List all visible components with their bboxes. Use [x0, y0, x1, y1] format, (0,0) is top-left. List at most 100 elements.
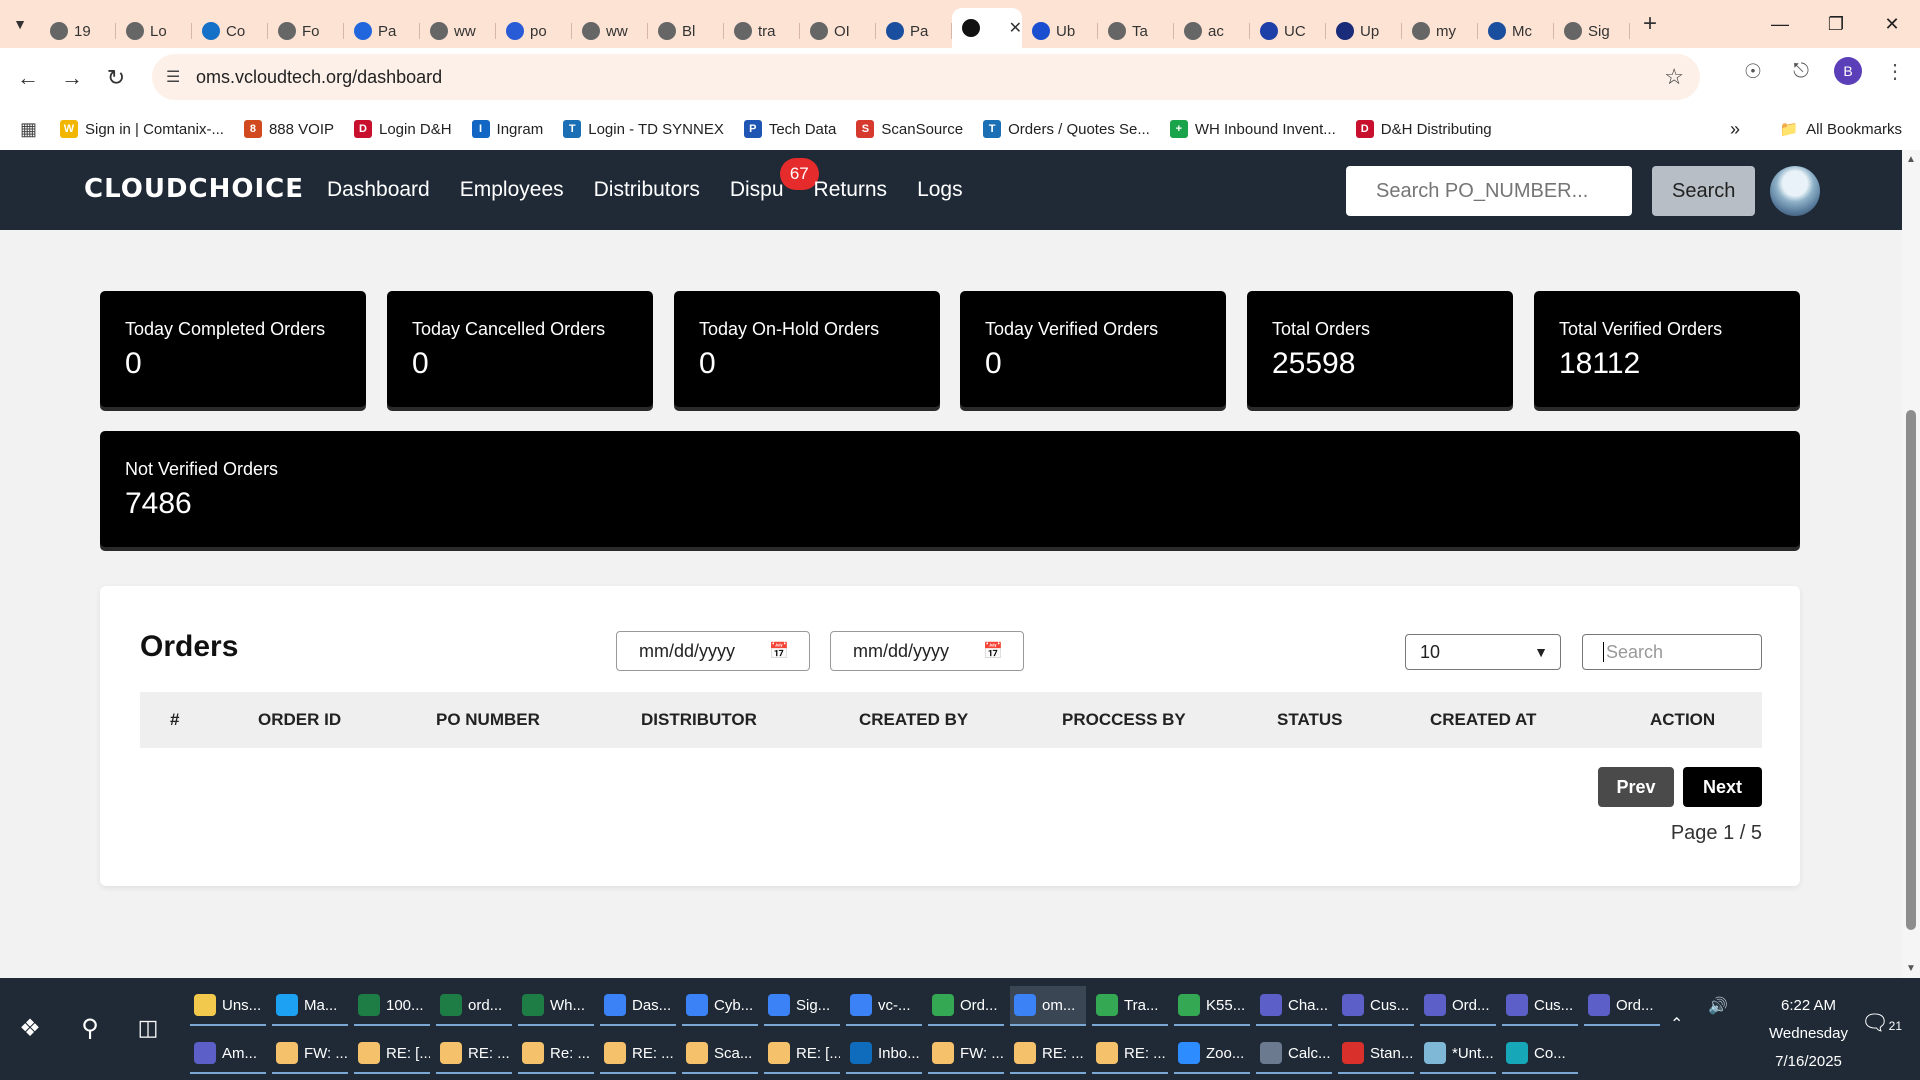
- profile-avatar[interactable]: B: [1834, 57, 1862, 85]
- browser-tab[interactable]: ww: [420, 14, 496, 48]
- taskbar-app-button[interactable]: Re: ...: [518, 1034, 594, 1074]
- taskbar-app-button[interactable]: Ma...: [272, 986, 348, 1026]
- taskbar-app-button[interactable]: Wh...: [518, 986, 594, 1026]
- browser-tab[interactable]: Pa: [876, 14, 952, 48]
- user-avatar[interactable]: [1770, 166, 1820, 216]
- col-header-created-at[interactable]: CREATED AT: [1430, 710, 1536, 730]
- taskbar-app-button[interactable]: FW: ...: [928, 1034, 1004, 1074]
- bookmark-item[interactable]: T Orders / Quotes Se...: [983, 120, 1150, 138]
- col-header-distributor[interactable]: DISTRIBUTOR: [641, 710, 757, 730]
- taskbar-app-button[interactable]: Uns...: [190, 986, 266, 1026]
- taskbar-app-button[interactable]: Sca...: [682, 1034, 758, 1074]
- back-arrow-icon[interactable]: ←: [6, 56, 50, 100]
- notification-center-icon[interactable]: 🗨21: [1861, 1010, 1902, 1036]
- end-date-input[interactable]: mm/dd/yyyy 📅: [830, 631, 1024, 671]
- browser-tab[interactable]: Bl: [648, 14, 724, 48]
- all-bookmarks-button[interactable]: 📁 All Bookmarks: [1779, 120, 1902, 139]
- taskbar-app-button[interactable]: Stan...: [1338, 1034, 1414, 1074]
- browser-tab[interactable]: Lo: [116, 14, 192, 48]
- close-tab-icon[interactable]: ✕: [1009, 18, 1022, 38]
- taskbar-app-button[interactable]: Ord...: [928, 986, 1004, 1026]
- nav-distributors[interactable]: Distributors: [594, 178, 700, 202]
- scroll-up-arrow-icon[interactable]: ▲: [1906, 154, 1916, 165]
- apps-grid-icon[interactable]: ▦: [20, 119, 60, 140]
- browser-tab[interactable]: Co: [192, 14, 268, 48]
- scroll-down-arrow-icon[interactable]: ▼: [1906, 963, 1916, 974]
- minimize-icon[interactable]: —: [1752, 0, 1808, 48]
- taskbar-app-button[interactable]: RE: ...: [600, 1034, 676, 1074]
- start-date-input[interactable]: mm/dd/yyyy 📅: [616, 631, 810, 671]
- translate-globe-icon[interactable]: ☉: [1738, 56, 1768, 86]
- taskbar-app-button[interactable]: Am...: [190, 1034, 266, 1074]
- browser-tab[interactable]: Ta: [1098, 14, 1174, 48]
- bookmarks-overflow-chevron-icon[interactable]: »: [1730, 119, 1740, 140]
- taskbar-app-button[interactable]: Zoo...: [1174, 1034, 1250, 1074]
- address-bar[interactable]: ☰ oms.vcloudtech.org/dashboard ☆: [152, 54, 1700, 100]
- bookmark-item[interactable]: D Login D&H: [354, 120, 452, 138]
- taskbar-app-button[interactable]: RE: ...: [1092, 1034, 1168, 1074]
- bookmark-item[interactable]: S ScanSource: [856, 120, 963, 138]
- browser-tab[interactable]: OI: [800, 14, 876, 48]
- tab-search-chevron-icon[interactable]: ▼: [0, 4, 40, 44]
- taskbar-app-button[interactable]: vc-...: [846, 986, 922, 1026]
- browser-tab[interactable]: my: [1402, 14, 1478, 48]
- taskbar-app-button[interactable]: RE: ...: [436, 1034, 512, 1074]
- taskbar-app-button[interactable]: Cha...: [1256, 986, 1332, 1026]
- site-info-icon[interactable]: ☰: [166, 67, 196, 87]
- po-number-search-input[interactable]: [1346, 166, 1632, 216]
- task-view-icon[interactable]: ◫: [128, 1008, 168, 1048]
- taskbar-app-button[interactable]: Sig...: [764, 986, 840, 1026]
- volume-icon[interactable]: 🔊: [1708, 996, 1728, 1016]
- tray-overflow-chevron-icon[interactable]: ⌃: [1670, 1014, 1683, 1034]
- browser-tab[interactable]: Fo: [268, 14, 344, 48]
- taskbar-app-button[interactable]: Tra...: [1092, 986, 1168, 1026]
- col-header-process-by[interactable]: PROCCESS BY: [1062, 710, 1186, 730]
- calendar-icon[interactable]: 📅: [769, 641, 789, 661]
- taskbar-app-button[interactable]: RE: [...: [354, 1034, 430, 1074]
- browser-tab[interactable]: tra: [724, 14, 800, 48]
- nav-employees[interactable]: Employees: [460, 178, 564, 202]
- taskbar-app-button[interactable]: FW: ...: [272, 1034, 348, 1074]
- calendar-icon[interactable]: 📅: [983, 641, 1003, 661]
- bookmark-item[interactable]: + WH Inbound Invent...: [1169, 120, 1336, 138]
- bookmark-item[interactable]: T Login - TD SYNNEX: [563, 120, 724, 138]
- taskbar-app-button[interactable]: 100...: [354, 986, 430, 1026]
- nav-logs[interactable]: Logs: [917, 178, 963, 202]
- browser-tab[interactable]: UC: [1250, 14, 1326, 48]
- col-header-po-number[interactable]: PO NUMBER: [436, 710, 540, 730]
- scrollbar-thumb[interactable]: [1906, 410, 1916, 930]
- cloudchoice-logo[interactable]: CLOUDCHOICE: [84, 174, 304, 204]
- windows-start-icon[interactable]: ❖: [10, 1008, 50, 1048]
- browser-menu-kebab-icon[interactable]: ⋮: [1880, 56, 1910, 86]
- browser-tab[interactable]: Ub: [1022, 14, 1098, 48]
- browser-tab[interactable]: ac: [1174, 14, 1250, 48]
- taskbar-app-button[interactable]: Cus...: [1338, 986, 1414, 1026]
- search-button[interactable]: Search: [1652, 166, 1756, 216]
- taskbar-app-button[interactable]: Ord...: [1420, 986, 1496, 1026]
- browser-tab[interactable]: 19: [40, 14, 116, 48]
- browser-tab[interactable]: Pa: [344, 14, 420, 48]
- reload-icon[interactable]: ↻: [94, 56, 138, 100]
- taskbar-app-button[interactable]: Inbo...: [846, 1034, 922, 1074]
- taskbar-app-button[interactable]: K55...: [1174, 986, 1250, 1026]
- taskbar-app-button[interactable]: RE: [...: [764, 1034, 840, 1074]
- taskbar-app-button[interactable]: om...: [1010, 986, 1086, 1026]
- prev-page-button[interactable]: Prev: [1598, 767, 1674, 807]
- browser-tab[interactable]: Sig: [1554, 14, 1630, 48]
- page-scrollbar[interactable]: ▲ ▼: [1902, 150, 1920, 978]
- page-size-select[interactable]: 10 ▼: [1405, 634, 1561, 670]
- taskbar-clock[interactable]: 6:22 AM Wednesday 7/16/2025: [1769, 992, 1848, 1076]
- taskbar-app-button[interactable]: Calc...: [1256, 1034, 1332, 1074]
- browser-tab[interactable]: Up: [1326, 14, 1402, 48]
- bookmark-item[interactable]: W Sign in | Comtanix-...: [60, 120, 224, 138]
- nav-dashboard[interactable]: Dashboard: [327, 178, 430, 202]
- taskbar-app-button[interactable]: Cus...: [1502, 986, 1578, 1026]
- extensions-puzzle-icon[interactable]: ⎋: [1786, 56, 1816, 86]
- bookmark-item[interactable]: 8 888 VOIP: [243, 120, 334, 138]
- orders-search-input[interactable]: Search: [1582, 634, 1762, 670]
- browser-tab[interactable]: ww: [572, 14, 648, 48]
- bookmark-item[interactable]: I Ingram: [471, 120, 543, 138]
- taskbar-app-button[interactable]: Co...: [1502, 1034, 1578, 1074]
- taskbar-app-button[interactable]: Das...: [600, 986, 676, 1026]
- bookmark-item[interactable]: D D&H Distributing: [1355, 120, 1492, 138]
